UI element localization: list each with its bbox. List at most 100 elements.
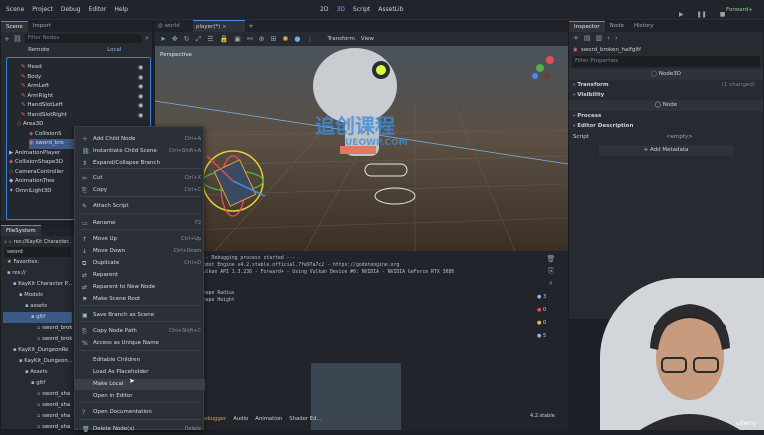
list-item[interactable]: ★ Favorites: (3, 257, 72, 268)
badge-error[interactable]: 0 (543, 307, 546, 313)
scale-icon[interactable]: ⤢ (196, 35, 202, 44)
new-resource-icon[interactable]: + (573, 34, 579, 42)
list-item[interactable]: ▫ sword_sha (3, 400, 72, 411)
snap-icon[interactable]: ⊞ (271, 35, 277, 43)
menu-editor[interactable]: Editor (85, 0, 111, 20)
menu-debug[interactable]: Debug (57, 0, 85, 20)
tab-animation[interactable]: Animation (255, 416, 282, 422)
badge-log[interactable]: 3 (543, 294, 546, 300)
sun-icon[interactable]: ✺ (282, 35, 288, 43)
menu-item[interactable]: ⚑ Make Scene Root (75, 294, 205, 305)
remote-toggle[interactable]: Remote (1, 47, 77, 53)
back-icon[interactable]: ‹ (4, 238, 7, 246)
select-icon[interactable]: ➤ (160, 35, 166, 43)
tab-inspector[interactable]: Inspector (569, 21, 605, 32)
resource-name[interactable]: sword_broken_halfgltf (581, 47, 759, 53)
menu-item[interactable]: ⎘ Copy Node Path Ctrl+Shift+C (75, 326, 205, 337)
transform-menu[interactable]: Transform (327, 36, 354, 42)
list-item[interactable]: ▪ KayKit Character P... (3, 279, 72, 290)
tab-player[interactable]: player(*) × (193, 20, 245, 32)
section-editor-description[interactable]: › Editor Description (569, 121, 763, 131)
menu-help[interactable]: Help (110, 0, 132, 20)
environment-icon[interactable]: ● (294, 35, 300, 43)
list-item[interactable]: ▪ gltf (3, 378, 72, 389)
filter-properties-input[interactable]: Filter Properties (572, 56, 760, 67)
list-item[interactable]: ▫ sword_sha (3, 411, 72, 422)
save-icon[interactable]: ▥ (596, 34, 603, 42)
workspace-3d[interactable]: 3D (332, 0, 348, 20)
history-forward-icon[interactable]: › (615, 34, 618, 42)
tab-node[interactable]: Node (605, 21, 629, 32)
tree-node[interactable]: ✎ ArmRight (21, 92, 151, 102)
tree-node[interactable]: ✎ HandSlotRight (21, 111, 151, 121)
menu-item[interactable]: ⇄ Reparent (75, 270, 205, 281)
filter-nodes-input[interactable]: Filter Nodes (24, 34, 143, 43)
close-icon[interactable]: × (222, 24, 227, 30)
tree-node[interactable]: ✎ Head (21, 63, 151, 73)
menu-item[interactable]: ⇄ Reparent to New Node (75, 282, 205, 293)
list-item[interactable]: ▫ sword_brok (3, 334, 72, 345)
viewport-3d[interactable]: Perspective 追创课程 UEOWP.COM (155, 46, 568, 251)
list-item[interactable]: ▪ Models (3, 290, 72, 301)
section-transform[interactable]: › Transform (1 changed) (569, 80, 763, 90)
menu-scene[interactable]: Scene (2, 0, 28, 20)
menu-item[interactable]: ↓ Move Down Ctrl+Down (75, 246, 205, 257)
menu-item[interactable]: ⧉ Duplicate Ctrl+D (75, 258, 205, 269)
badge-warning[interactable]: 0 (543, 320, 546, 326)
rotate-icon[interactable]: ↻ (184, 35, 190, 43)
list-item[interactable]: ▪ KayKit_DungeonRe (3, 345, 72, 356)
tab-scene[interactable]: Scene (1, 21, 28, 32)
section-visibility[interactable]: › Visibility (569, 90, 763, 100)
workspace-assetlib[interactable]: AssetLib (374, 0, 407, 20)
add-metadata-button[interactable]: + Add Metadata (599, 145, 733, 156)
menu-item[interactable]: ▭ Rename F2 (75, 218, 205, 229)
list-item[interactable]: ▪ assets (3, 301, 72, 312)
add-tab-icon[interactable]: + (248, 20, 254, 32)
list-select-icon[interactable]: ☰ (207, 35, 213, 43)
search-icon[interactable]: ⌕ (537, 279, 565, 291)
menu-item[interactable]: ✎ Attach Script (75, 201, 205, 212)
menu-item[interactable]: Make Local (75, 379, 205, 390)
tab-shader-editor[interactable]: Shader Ed... (289, 416, 321, 422)
forward-icon[interactable]: › (9, 238, 12, 246)
menu-item[interactable]: ⎘ Copy Ctrl+C (75, 185, 205, 196)
menu-item[interactable]: ↑ Move Up Ctrl+Up (75, 234, 205, 245)
link-icon[interactable]: ⛓ (13, 35, 22, 43)
tab-history[interactable]: History (629, 21, 659, 32)
list-item[interactable]: ▪ Assets (3, 367, 72, 378)
menu-item[interactable]: ? Open Documentation (75, 407, 205, 418)
list-item[interactable]: ▪ gltf (3, 312, 72, 323)
history-back-icon[interactable]: ‹ (607, 34, 610, 42)
list-item[interactable]: ▪ KayKit_Dungeon... (3, 356, 73, 367)
local-toggle[interactable]: Local (77, 47, 153, 53)
open-icon[interactable]: ▤ (584, 34, 591, 42)
menu-item[interactable]: Load As Placeholder (75, 367, 205, 378)
list-item[interactable]: ▪ res:// (3, 268, 72, 279)
fs-search-input[interactable]: sword (4, 247, 71, 257)
local-space-icon[interactable]: ⊕ (259, 35, 265, 43)
tab-world[interactable]: ◎ world (158, 20, 180, 32)
renderer-select[interactable]: Forward+ (726, 0, 753, 20)
workspace-script[interactable]: Script (349, 0, 374, 20)
trash-icon[interactable]: 🗑 (537, 255, 565, 267)
fs-path[interactable]: res://KayKit Character... (14, 239, 71, 245)
tab-filesystem[interactable]: FileSystem (1, 225, 41, 236)
list-item[interactable]: ▫ sword_brok (3, 323, 72, 334)
badge-message[interactable]: 5 (543, 333, 546, 339)
list-item[interactable]: ▫ sword_sha (3, 389, 72, 400)
tab-import[interactable]: Import (28, 21, 56, 32)
script-value[interactable]: <empty> (666, 134, 759, 140)
workspace-2d[interactable]: 2D (316, 0, 332, 20)
section-process[interactable]: › Process (569, 111, 763, 121)
tree-node[interactable]: ✎ Body (21, 73, 151, 83)
tab-audio[interactable]: Audio (233, 416, 248, 422)
menu-item[interactable]: ▣ Save Branch as Scene (75, 310, 205, 321)
tree-node[interactable]: ✎ HandSlotLeft (21, 101, 151, 111)
group-icon[interactable]: ▣ (234, 35, 241, 43)
copy-icon[interactable]: ⎘ (537, 267, 565, 279)
lock-icon[interactable]: 🔒 (220, 35, 229, 43)
menu-project[interactable]: Project (28, 0, 57, 20)
tree-node[interactable]: ✎ ArmLeft (21, 82, 151, 92)
menu-item[interactable]: Open in Editor (75, 391, 205, 402)
bone-icon[interactable]: ⚯ (247, 35, 253, 43)
